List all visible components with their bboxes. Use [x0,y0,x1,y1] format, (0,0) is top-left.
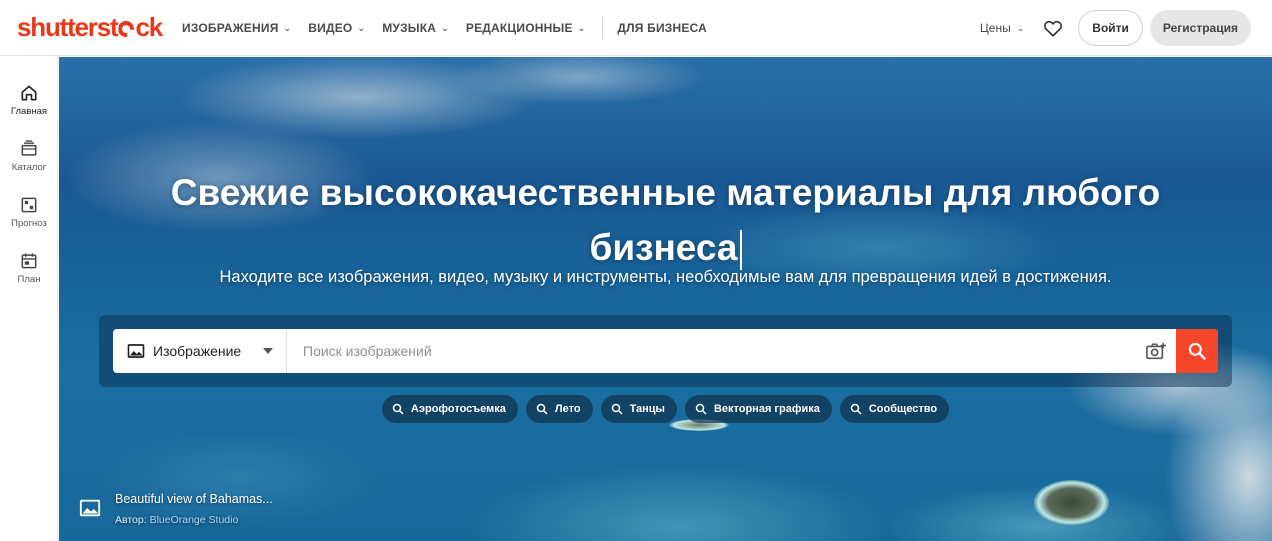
main-menu: ИЗОБРАЖЕНИЯ ⌄ ВИДЕО ⌄ МУЗЫКА ⌄ РЕДАКЦИОН… [182,0,724,56]
author-prefix: Автор: [115,514,147,526]
search-icon [1188,342,1206,360]
caret-down-icon [263,348,274,354]
media-type-label: Изображение [153,343,242,359]
register-button[interactable]: Регистрация [1149,10,1251,46]
chevron-down-icon: ⌄ [1016,22,1025,33]
hero-title-line-1: Свежие высококачественные материалы для … [170,172,1161,213]
media-type-select[interactable]: Изображение [113,329,287,373]
login-button[interactable]: Войти [1078,10,1143,46]
camera-search-icon[interactable] [1136,329,1176,373]
chip-label: Сообщество [868,403,938,415]
suggested-searches: Аэрофотосъемка Лето Танцы Векторная граф… [59,395,1272,423]
chevron-down-icon: ⌄ [357,22,366,33]
search-icon [392,403,404,415]
chip-label: Векторная графика [713,403,820,415]
hero-title-line-2: бизнеса [589,227,738,268]
search-input[interactable] [287,329,1136,373]
left-sidebar: Главная Каталог Прогноз План [0,57,58,541]
heart-icon[interactable] [1042,17,1064,39]
prices-label: Цены [979,21,1011,35]
suggestion-chip[interactable]: Сообщество [839,395,950,423]
sidebar-item-label: Каталог [11,162,47,173]
sidebar-item-catalog[interactable]: Каталог [0,139,58,173]
hero-background-image [59,57,1272,541]
chip-label: Танцы [629,403,665,415]
search-button[interactable] [1176,329,1218,373]
suggestion-chip[interactable]: Векторная графика [684,395,832,423]
sidebar-item-label: План [17,274,41,285]
home-icon [21,85,37,101]
sidebar-item-plan[interactable]: План [0,251,58,285]
search-icon [536,403,548,415]
chevron-down-icon: ⌄ [441,22,449,33]
image-icon [79,499,101,517]
suggestion-chip[interactable]: Танцы [600,395,677,423]
author-link[interactable]: BlueOrange Studio [150,514,239,526]
image-icon [127,344,145,358]
nav-item-label: МУЗЫКА [382,21,437,35]
island-shape [1034,480,1109,525]
nav-item-editorial[interactable]: РЕДАКЦИОННЫЕ ⌄ [466,21,586,35]
plan-icon [21,253,37,269]
top-navigation: shutterst ck ИЗОБРАЖЕНИЯ ⌄ ВИДЕО ⌄ МУЗЫКА… [0,0,1272,56]
image-credit: Beautiful view of Bahamas... Автор: Blue… [79,489,273,526]
search-icon [695,403,707,415]
forecast-icon [21,197,37,213]
suggestion-chip[interactable]: Лето [525,395,593,423]
nav-item-label: ВИДЕО [308,21,353,35]
hero-banner: Свежие высококачественные материалы для … [59,57,1272,541]
prices-menu[interactable]: Цены ⌄ [980,21,1024,35]
suggestion-chip[interactable]: Аэрофотосъемка [381,395,518,423]
hero-title: Свежие высококачественные материалы для … [59,165,1272,275]
catalog-icon [21,140,37,156]
sidebar-item-label: Прогноз [11,218,47,229]
chip-label: Аэрофотосъемка [410,403,506,415]
sidebar-item-label: Главная [10,106,48,117]
chip-label: Лето [554,403,581,415]
sidebar-item-forecast[interactable]: Прогноз [0,195,58,229]
nav-item-label: ДЛЯ БИЗНЕСА [617,21,708,35]
nav-item-label: РЕДАКЦИОННЫЕ [465,21,573,35]
logo-ring-icon [118,21,135,37]
search-icon [850,403,862,415]
account-actions: Цены ⌄ Войти Регистрация [980,0,1251,56]
nav-item-video[interactable]: ВИДЕО ⌄ [308,21,365,35]
logo-text-end: ck [135,12,163,42]
chevron-down-icon: ⌄ [283,22,292,33]
search-bar: Изображение [113,329,1218,373]
search-panel: Изображение [99,315,1232,387]
image-credit-title: Beautiful view of Bahamas... [115,492,273,506]
sidebar-item-home[interactable]: Главная [0,83,58,117]
logo-text-start: shutterst [17,12,119,42]
search-icon [611,403,623,415]
nav-item-label: ИЗОБРАЖЕНИЯ [182,21,279,35]
image-credit-author: Автор: BlueOrange Studio [115,514,273,526]
chevron-down-icon: ⌄ [577,22,586,33]
nav-item-business[interactable]: ДЛЯ БИЗНЕСА [617,21,707,35]
typing-cursor [739,230,742,271]
shutterstock-logo[interactable]: shutterst ck [17,12,163,43]
nav-item-music[interactable]: МУЗЫКА ⌄ [382,21,449,35]
nav-divider [602,17,604,39]
hero-subtitle: Находите все изображения, видео, музыку … [219,268,1112,286]
nav-item-images[interactable]: ИЗОБРАЖЕНИЯ ⌄ [182,21,291,35]
